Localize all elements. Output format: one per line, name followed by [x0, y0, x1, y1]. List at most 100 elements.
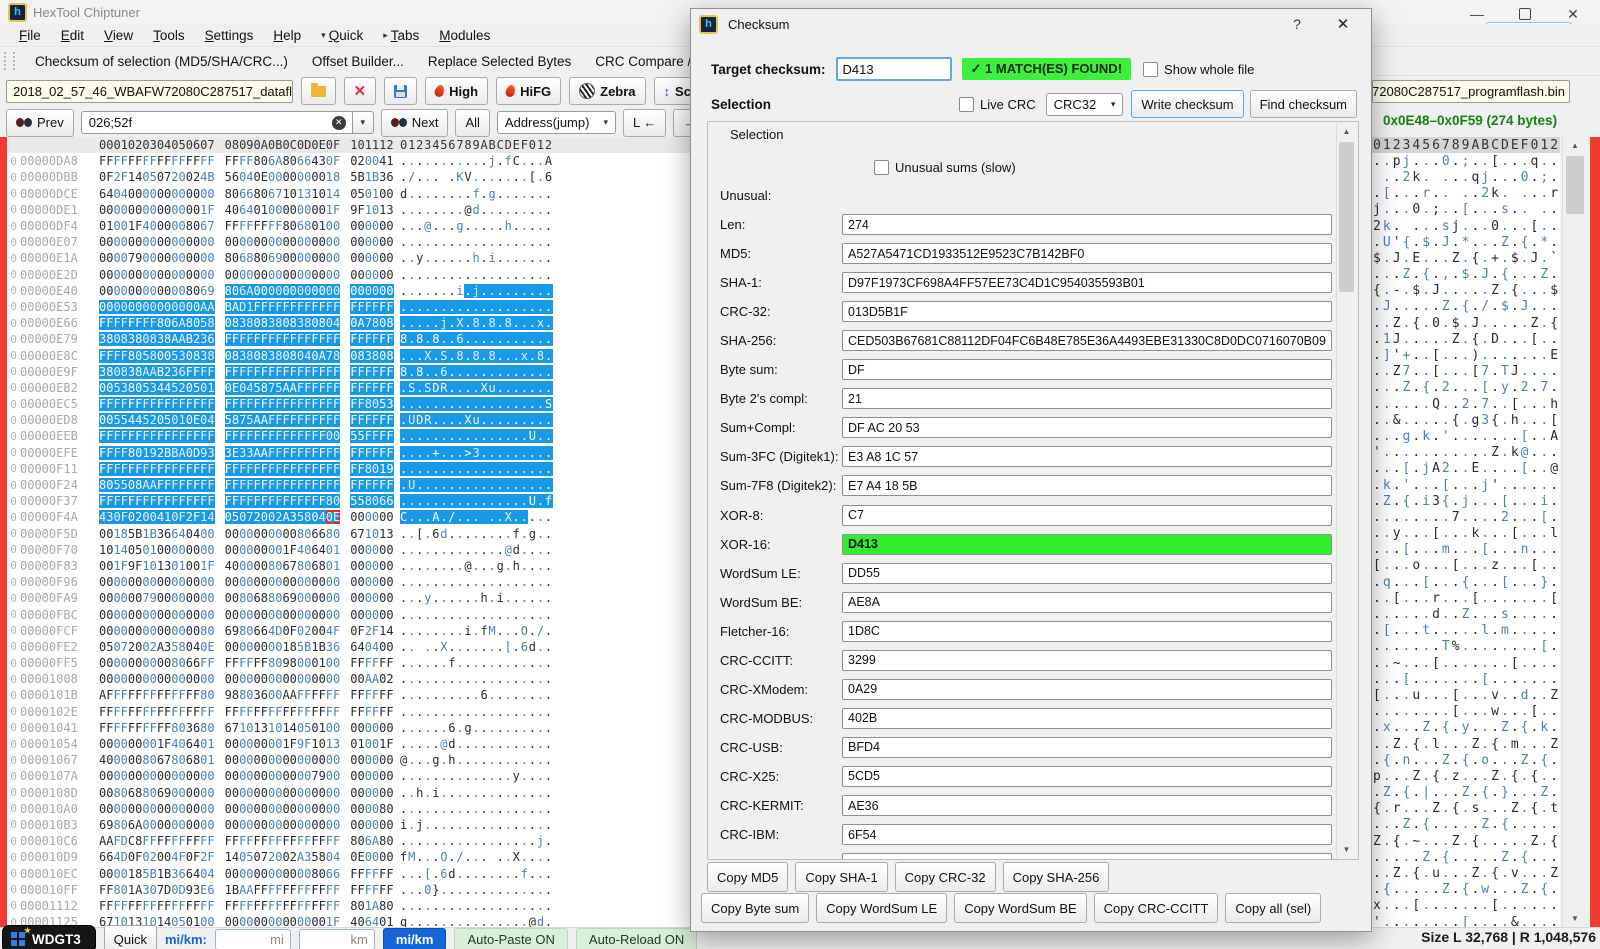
hex-byte-cell[interactable]: 64 — [171, 527, 185, 541]
hex-byte-cell[interactable]: 00 — [282, 527, 296, 541]
ascii-cell[interactable]: . — [496, 429, 504, 443]
ascii-cell[interactable]: . — [512, 899, 520, 913]
hex-byte-cell[interactable]: 00 — [200, 543, 214, 557]
ascii-cell[interactable]: d — [448, 867, 456, 881]
ascii-cell[interactable]: . — [400, 446, 408, 460]
ascii-cell[interactable]: . — [480, 834, 488, 848]
hex-byte-cell[interactable]: 00 — [157, 608, 171, 622]
hex-row[interactable]: 000000DE1000000000000001F406401000000001… — [7, 202, 767, 218]
ascii-cell[interactable]: . — [416, 624, 424, 638]
ascii-cell[interactable]: . — [520, 365, 528, 379]
ascii-cell[interactable]: . — [448, 381, 456, 395]
hex-byte-cell[interactable]: 00 — [200, 251, 214, 265]
ascii-cell[interactable]: . — [424, 154, 432, 168]
ascii-row[interactable]: 2k. ...sj...0...[.. — [1372, 218, 1560, 234]
hex-byte-cell[interactable]: 00 — [254, 818, 268, 832]
hex-byte-cell[interactable]: 64 — [311, 543, 325, 557]
hex-byte-cell[interactable]: FF — [113, 494, 127, 508]
hex-row[interactable]: 00000107A0000000000000000000000000000790… — [7, 768, 767, 784]
hex-byte-cell[interactable]: 00 — [225, 608, 239, 622]
ascii-cell[interactable]: . — [496, 446, 504, 460]
hex-byte-cell[interactable]: FF — [350, 397, 364, 411]
ascii-row[interactable]: ..y...[...k...[...l — [1372, 526, 1560, 542]
hex-byte-cell[interactable]: FF — [128, 316, 142, 330]
hex-row[interactable]: 000000F11FFFFFFFFFFFFFFFFFFFFFFFFFFFFFFF… — [7, 461, 767, 477]
hex-row[interactable]: 000000E070000000000000000000000000000000… — [7, 234, 767, 250]
hex-byte-cell[interactable]: 00 — [157, 268, 171, 282]
hex-byte-cell[interactable]: FF — [379, 883, 393, 897]
ascii-cell[interactable]: . — [472, 656, 480, 670]
ascii-cell[interactable]: . — [408, 915, 416, 927]
ascii-cell[interactable]: . — [512, 300, 520, 314]
hex-byte-cell[interactable]: 00 — [200, 527, 214, 541]
hex-byte-cell[interactable]: 00 — [365, 559, 379, 573]
hex-byte-cell[interactable]: 00 — [171, 672, 185, 686]
hex-byte-cell[interactable]: 1A — [365, 899, 379, 913]
hex-byte-cell[interactable]: 00 — [282, 672, 296, 686]
hex-byte-cell[interactable]: 13 — [326, 737, 340, 751]
ascii-cell[interactable]: . — [528, 818, 536, 832]
ascii-cell[interactable]: . — [456, 251, 464, 265]
ascii-cell[interactable]: . — [456, 187, 464, 201]
ascii-cell[interactable]: . — [408, 510, 416, 524]
hex-byte-cell[interactable]: 00 — [99, 672, 113, 686]
ascii-cell[interactable]: . — [496, 867, 504, 881]
hex-byte-cell[interactable]: 00 — [171, 203, 185, 217]
ascii-cell[interactable]: . — [528, 721, 536, 735]
hex-byte-cell[interactable]: 00 — [171, 591, 185, 605]
ascii-cell[interactable]: . — [440, 429, 448, 443]
ascii-cell[interactable]: . — [432, 397, 440, 411]
hex-byte-cell[interactable]: FF — [254, 300, 268, 314]
hex-byte-cell[interactable]: FF — [254, 834, 268, 848]
ascii-cell[interactable]: . — [400, 349, 408, 363]
ascii-cell[interactable]: 8 — [488, 316, 496, 330]
hex-byte-cell[interactable]: FF — [282, 429, 296, 443]
ascii-cell[interactable]: . — [480, 284, 488, 298]
ascii-row[interactable]: ...[.jA2..E....[..@ — [1372, 461, 1560, 477]
ascii-cell[interactable]: . — [400, 721, 408, 735]
hex-byte-cell[interactable]: FF — [128, 397, 142, 411]
hex-byte-cell[interactable]: 36 — [254, 688, 268, 702]
ascii-cell[interactable]: . — [504, 494, 512, 508]
hex-byte-cell[interactable]: FF — [99, 397, 113, 411]
hex-byte-cell[interactable]: 80 — [142, 786, 156, 800]
ascii-cell[interactable]: . — [528, 737, 536, 751]
hex-byte-cell[interactable]: FF — [350, 365, 364, 379]
ascii-row[interactable]: .Z.{.i3{.j...[...i. — [1372, 493, 1560, 509]
hex-byte-cell[interactable]: FF — [200, 365, 214, 379]
ascii-cell[interactable]: . — [464, 316, 472, 330]
ascii-cell[interactable]: . — [400, 883, 408, 897]
ascii-cell[interactable]: . — [512, 462, 520, 476]
ascii-cell[interactable]: . — [504, 608, 512, 622]
hex-byte-cell[interactable]: 58 — [254, 381, 268, 395]
ascii-cell[interactable]: . — [448, 915, 456, 927]
hex-byte-cell[interactable]: 00 — [282, 268, 296, 282]
ascii-cell[interactable]: . — [400, 559, 408, 573]
ascii-cell[interactable]: . — [504, 769, 512, 783]
ascii-cell[interactable]: . — [528, 850, 536, 864]
hex-row[interactable]: 000000FE205072002A358040E00000000185B1B3… — [7, 639, 767, 655]
hex-byte-cell[interactable]: 00 — [311, 235, 325, 249]
ascii-cell[interactable]: . — [432, 413, 440, 427]
ascii-cell[interactable]: . — [432, 640, 440, 654]
ascii-cell[interactable]: . — [408, 349, 416, 363]
hex-byte-cell[interactable]: 00 — [254, 737, 268, 751]
hex-byte-cell[interactable]: 08 — [311, 316, 325, 330]
hex-byte-cell[interactable]: FF — [254, 478, 268, 492]
hex-byte-cell[interactable]: 67 — [350, 527, 364, 541]
hex-byte-cell[interactable]: 00 — [297, 786, 311, 800]
field-value-input[interactable]: AE8A — [842, 592, 1332, 613]
ascii-cell[interactable]: . — [536, 235, 544, 249]
hex-byte-cell[interactable]: FF — [225, 478, 239, 492]
ascii-cell[interactable]: . — [504, 462, 512, 476]
hex-byte-cell[interactable]: 00 — [239, 786, 253, 800]
hex-byte-cell[interactable]: B2 — [186, 332, 200, 346]
ascii-cell[interactable]: O — [520, 624, 528, 638]
hex-byte-cell[interactable]: AA — [254, 413, 268, 427]
hex-byte-cell[interactable]: 00 — [268, 802, 282, 816]
ascii-cell[interactable]: . — [512, 608, 520, 622]
hex-byte-cell[interactable]: 00 — [350, 543, 364, 557]
ascii-cell[interactable]: . — [504, 170, 512, 184]
ascii-cell[interactable]: . — [488, 769, 496, 783]
hex-byte-cell[interactable]: 00 — [254, 672, 268, 686]
